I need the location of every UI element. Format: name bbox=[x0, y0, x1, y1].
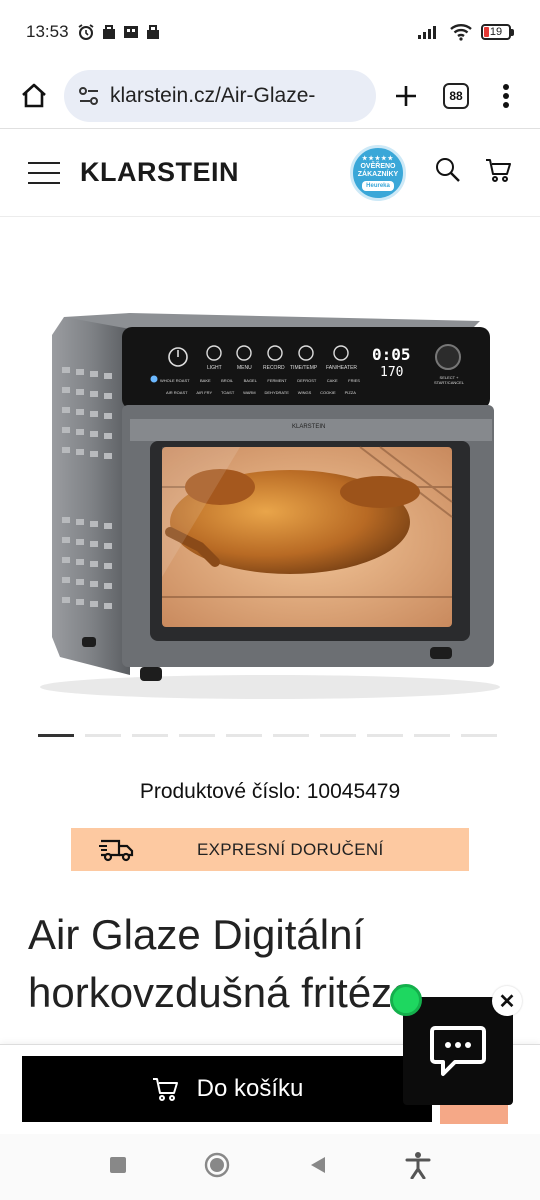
search-icon bbox=[436, 158, 460, 182]
chat-close-button[interactable]: ✕ bbox=[492, 986, 522, 1016]
badge-line2: ZÁKAZNÍKY bbox=[357, 170, 399, 178]
badge-line1: OVĚŘENO bbox=[360, 162, 396, 170]
gallery-dot[interactable] bbox=[367, 734, 403, 737]
add-to-cart-label: Do košíku bbox=[196, 1075, 304, 1102]
alarm-icon bbox=[78, 24, 94, 40]
square-icon bbox=[109, 1156, 126, 1173]
tab-switcher-button[interactable]: 88 bbox=[436, 76, 476, 116]
chat-online-indicator bbox=[390, 984, 422, 1016]
site-logo[interactable]: KLARSTEIN bbox=[80, 157, 239, 188]
notification-icon bbox=[146, 25, 159, 39]
gallery-dot[interactable] bbox=[226, 734, 262, 737]
badge-brand: Heureka bbox=[362, 180, 394, 191]
tab-count: 88 bbox=[443, 83, 469, 109]
home-icon bbox=[22, 83, 46, 108]
accessibility-button[interactable] bbox=[405, 1151, 431, 1184]
add-to-cart-button[interactable]: Do košíku bbox=[22, 1056, 432, 1122]
back-button[interactable] bbox=[308, 1155, 328, 1180]
gallery-dot[interactable] bbox=[320, 734, 356, 737]
accessibility-icon bbox=[405, 1151, 431, 1179]
circle-icon bbox=[205, 1152, 230, 1177]
product-image bbox=[40, 313, 500, 699]
stars-icon: ★★★★★ bbox=[362, 155, 394, 162]
plus-icon bbox=[396, 86, 416, 106]
gallery-dot[interactable] bbox=[273, 734, 309, 737]
address-bar[interactable]: klarstein.cz/Air-Glaze- bbox=[64, 70, 376, 122]
search-button[interactable] bbox=[434, 156, 462, 189]
heureka-badge[interactable]: ★★★★★ OVĚŘENO ZÁKAZNÍKY Heureka bbox=[350, 144, 406, 201]
browser-menu-button[interactable] bbox=[486, 76, 526, 116]
home-nav-button[interactable] bbox=[204, 1152, 230, 1183]
product-gallery[interactable]: LIGHT MENU RECORD TIME/TEMP FAN/HEATER 0… bbox=[0, 217, 540, 727]
site-settings-icon[interactable] bbox=[78, 86, 100, 106]
battery-icon: 19 bbox=[481, 24, 514, 40]
gallery-dot[interactable] bbox=[132, 734, 168, 737]
chat-widget-button[interactable] bbox=[403, 997, 513, 1105]
gallery-dot[interactable] bbox=[461, 734, 497, 737]
wifi-icon bbox=[450, 24, 472, 41]
more-vert-icon bbox=[503, 84, 509, 108]
chat-icon bbox=[430, 1026, 486, 1076]
express-delivery-banner: EXPRESNÍ DORUČENÍ bbox=[71, 828, 469, 871]
product-number: Produktové číslo: 10045479 bbox=[139, 780, 401, 803]
gallery-dot[interactable] bbox=[85, 734, 121, 737]
recents-button[interactable] bbox=[109, 1156, 127, 1179]
delivery-truck-icon bbox=[99, 839, 134, 861]
notification-icon bbox=[102, 25, 115, 39]
gallery-dot[interactable] bbox=[179, 734, 215, 737]
home-button[interactable] bbox=[14, 76, 54, 116]
signal-icon bbox=[418, 26, 436, 39]
site-header: KLARSTEIN ★★★★★ OVĚŘENO ZÁKAZNÍKY Heurek… bbox=[0, 129, 540, 217]
notification-icon bbox=[123, 26, 138, 38]
status-bar: 13:53 19 bbox=[0, 0, 540, 64]
menu-button[interactable] bbox=[28, 161, 60, 184]
express-delivery-label: EXPRESNÍ DORUČENÍ bbox=[197, 839, 384, 859]
status-time: 13:53 bbox=[26, 22, 69, 41]
gallery-dot[interactable] bbox=[38, 734, 74, 737]
battery-level: 19 bbox=[489, 26, 503, 38]
back-triangle-icon bbox=[310, 1156, 325, 1173]
cart-button[interactable] bbox=[484, 156, 512, 189]
new-tab-button[interactable] bbox=[386, 76, 426, 116]
cart-icon bbox=[486, 159, 511, 182]
browser-toolbar: klarstein.cz/Air-Glaze- 88 bbox=[0, 64, 540, 128]
url-text: klarstein.cz/Air-Glaze- bbox=[110, 84, 316, 107]
system-nav-bar bbox=[0, 1134, 540, 1200]
cart-icon bbox=[152, 1078, 178, 1101]
gallery-pagination bbox=[38, 734, 497, 737]
gallery-dot[interactable] bbox=[414, 734, 450, 737]
